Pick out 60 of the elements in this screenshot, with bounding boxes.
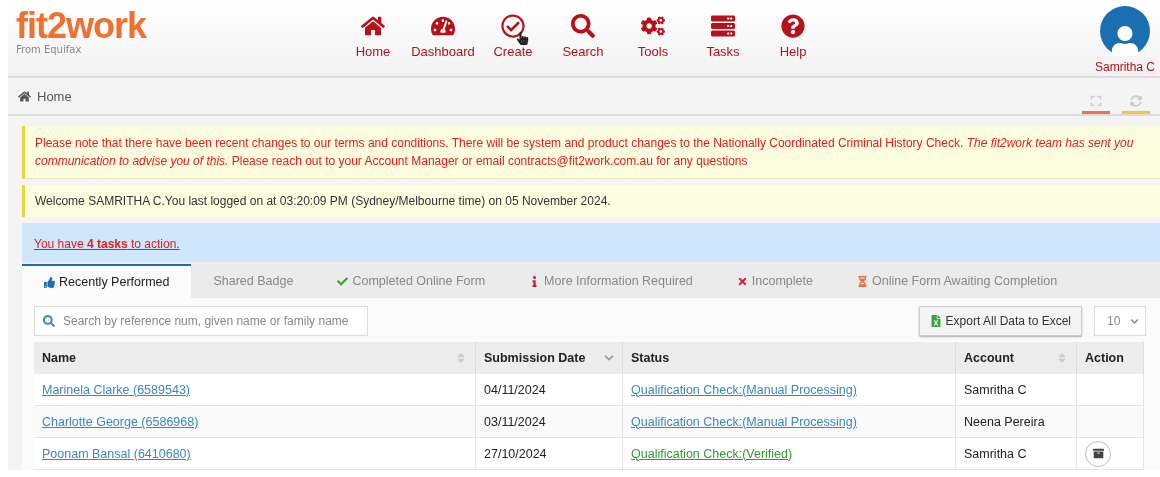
- table-cell: Samritha C: [956, 438, 1077, 470]
- user-name: Samritha C: [1095, 60, 1155, 74]
- gears-icon: [641, 14, 665, 38]
- breadcrumb[interactable]: Home: [37, 88, 72, 104]
- welcome-message: Welcome SAMRITHA C.You last logged on at 03:20:09 PM (Sydney/Melbourne time) on 05 November 2024.: [22, 185, 1160, 217]
- nav-item[interactable]: Tasks: [688, 14, 758, 59]
- nav-item[interactable]: Create: [478, 14, 548, 59]
- hourglass-icon: [856, 275, 868, 287]
- nav-item[interactable]: Search: [548, 14, 618, 59]
- tasks-link[interactable]: You have 4 tasks to action.: [34, 237, 180, 251]
- sort-icon[interactable]: [455, 352, 467, 364]
- table-cell: Samritha C: [956, 374, 1077, 406]
- home-icon: [361, 14, 385, 38]
- archive-icon: [1092, 448, 1104, 459]
- help-icon: [781, 14, 805, 38]
- page-size-select[interactable]: 10: [1094, 306, 1146, 336]
- notice-message: Please note that there have been recent changes to our terms and conditions. There will be system and product changes to the Nationally Coordinated Criminal History Check. The fit2work team has sent you communication to advise you of this. Please reach out to your Account Manager or email contracts@fit2work.com.au for any questions: [22, 126, 1160, 179]
- table-cell: 27/10/2024: [476, 438, 623, 470]
- logo: fit2work: [16, 8, 148, 44]
- export-button[interactable]: Export All Data to Excel: [918, 306, 1082, 336]
- column-title: Submission Date: [484, 351, 586, 365]
- status-link[interactable]: Qualification Check:(Manual Processing): [631, 382, 857, 397]
- search-icon: [43, 315, 55, 327]
- check-icon: [337, 275, 349, 287]
- search-field[interactable]: Search by reference num, given name or family name: [34, 306, 368, 336]
- nav-item[interactable]: Tools: [618, 14, 688, 59]
- name-link[interactable]: Charlotte George (6586968): [42, 414, 199, 429]
- column-title: Name: [42, 351, 77, 365]
- status-link[interactable]: Qualification Check:(Verified): [631, 446, 793, 461]
- column-header[interactable]: Submission Date: [476, 342, 623, 374]
- archive-button[interactable]: [1085, 440, 1111, 467]
- logo-tagline: From Equifax: [16, 44, 83, 55]
- nav-item[interactable]: Dashboard: [408, 14, 478, 59]
- column-title: Action: [1085, 351, 1124, 365]
- column-header[interactable]: Name: [34, 342, 476, 374]
- thumbs-up-icon: [44, 276, 55, 288]
- table-cell: Neena Pereira: [956, 406, 1077, 438]
- avatar[interactable]: [1100, 6, 1150, 56]
- name-link[interactable]: Marinela Clarke (6589543): [42, 382, 190, 397]
- table-cell: 03/11/2024: [476, 406, 623, 438]
- column-title: Status: [631, 351, 670, 365]
- cross-icon: [736, 275, 748, 287]
- column-header[interactable]: Status: [623, 342, 956, 374]
- table-cell: 04/11/2024: [476, 374, 623, 406]
- home-icon: [18, 89, 31, 103]
- name-link[interactable]: Poonam Bansal (6410680): [42, 446, 191, 461]
- nav-item[interactable]: Home: [338, 14, 408, 59]
- chevron-down-icon: [1130, 316, 1139, 326]
- caret-icon[interactable]: [604, 353, 614, 363]
- stacked-bars-icon: [711, 14, 735, 38]
- spreadsheet-icon: [929, 315, 942, 327]
- tab[interactable]: Recently Performed: [22, 264, 192, 298]
- column-header[interactable]: Account: [956, 342, 1077, 374]
- sort-icon[interactable]: [1056, 352, 1068, 364]
- nav-item[interactable]: Help: [758, 14, 828, 59]
- column-title: Account: [964, 351, 1014, 365]
- status-link[interactable]: Qualification Check:(Manual Processing): [631, 414, 857, 429]
- column-header[interactable]: Action: [1077, 342, 1144, 374]
- gauge-icon: [431, 14, 455, 38]
- search-icon: [571, 14, 595, 38]
